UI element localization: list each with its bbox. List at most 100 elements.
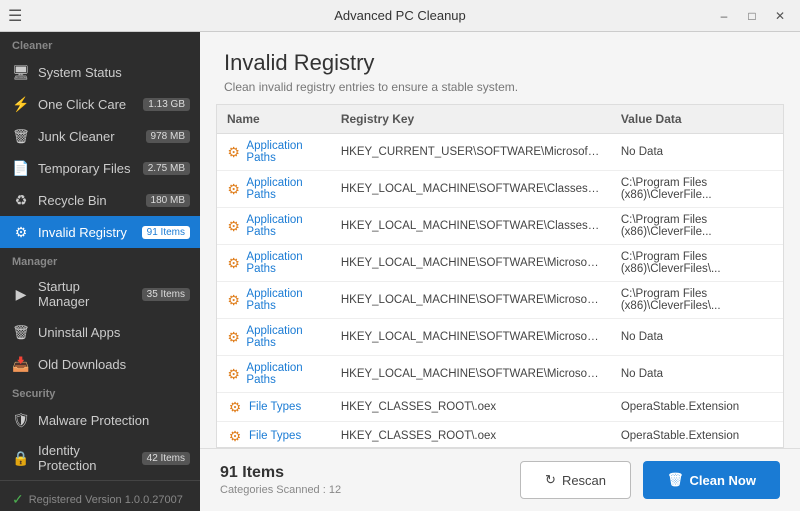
table-row: ⚙ File Types HKEY_CLASSES_ROOT\.oex Oper… [217, 422, 783, 449]
sidebar-label-malware-protection: Malware Protection [38, 413, 190, 428]
clean-now-button[interactable]: 🗑 Clean Now [643, 461, 780, 499]
cleaner-section-label: Cleaner [0, 32, 200, 56]
shield-icon: 🛡 [12, 411, 30, 429]
table-row: ⚙ Application Paths HKEY_LOCAL_MACHINE\S… [217, 245, 783, 282]
row-value-data: No Data [611, 356, 783, 393]
sidebar-label-one-click-care: One Click Care [38, 97, 135, 112]
table-row: ⚙ Application Paths HKEY_LOCAL_MACHINE\S… [217, 208, 783, 245]
sidebar-item-malware-protection[interactable]: 🛡 Malware Protection [0, 404, 200, 436]
registry-row-icon: ⚙ [227, 366, 240, 382]
row-name: File Types [249, 401, 301, 413]
registry-row-icon: ⚙ [227, 428, 243, 444]
row-name: Application Paths [246, 288, 320, 312]
sidebar-item-one-click-care[interactable]: ⚡ One Click Care 1.13 GB [0, 88, 200, 120]
sidebar-item-identity-protection[interactable]: 🔒 Identity Protection 42 Items [0, 436, 200, 480]
recycle-icon: ♻ [12, 191, 30, 209]
row-name: Application Paths [246, 325, 320, 349]
lightning-icon: ⚡ [12, 95, 30, 113]
row-name: Application Paths [246, 140, 320, 164]
junk-cleaner-badge: 978 MB [146, 130, 190, 143]
monitor-icon: 🖥 [12, 63, 30, 81]
row-value-data: C:\Program Files (x86)\CleverFiles\... [611, 282, 783, 319]
row-value-data: No Data [611, 134, 783, 171]
sidebar: Cleaner 🖥 System Status ⚡ One Click Care… [0, 32, 200, 511]
table-body: ⚙ Application Paths HKEY_CURRENT_USER\SO… [217, 134, 783, 449]
sidebar-label-old-downloads: Old Downloads [38, 357, 190, 372]
row-registry-key: HKEY_LOCAL_MACHINE\SOFTWARE\Classes\Appl… [331, 208, 611, 245]
registered-info: ✓ Registered Version 1.0.0.27007 [12, 491, 188, 508]
row-name-cell: ⚙ Application Paths [217, 134, 331, 171]
rescan-button[interactable]: ↻ Rescan [520, 461, 631, 499]
footer-info: 91 Items Categories Scanned : 12 [220, 464, 341, 496]
page-title: Invalid Registry [224, 50, 776, 76]
registry-row-icon: ⚙ [227, 292, 240, 308]
sidebar-item-startup-manager[interactable]: ▶ Startup Manager 35 Items [0, 272, 200, 316]
sidebar-label-recycle-bin: Recycle Bin [38, 193, 138, 208]
app-body: Cleaner 🖥 System Status ⚡ One Click Care… [0, 32, 800, 511]
row-value-data: C:\Program Files (x86)\CleverFile... [611, 208, 783, 245]
row-value-data: OperaStable.Extension [611, 422, 783, 449]
table-row: ⚙ File Types HKEY_CLASSES_ROOT\.oex Oper… [217, 393, 783, 422]
registry-row-icon: ⚙ [227, 399, 243, 415]
row-name-cell: ⚙ Application Paths [217, 282, 331, 319]
startup-manager-badge: 35 Items [142, 288, 190, 301]
row-name-cell: ⚙ Application Paths [217, 319, 331, 356]
page-subtitle: Clean invalid registry entries to ensure… [224, 80, 776, 94]
hamburger-icon[interactable]: ☰ [8, 6, 22, 26]
content-header: Invalid Registry Clean invalid registry … [200, 32, 800, 104]
sidebar-label-uninstall-apps: Uninstall Apps [38, 325, 190, 340]
close-button[interactable]: ✕ [768, 6, 792, 26]
col-name: Name [217, 105, 331, 134]
registry-row-icon: ⚙ [227, 144, 240, 160]
row-name-cell: ⚙ File Types [217, 422, 331, 449]
registry-row-icon: ⚙ [227, 181, 240, 197]
recycle-bin-badge: 180 MB [146, 194, 190, 207]
table-row: ⚙ Application Paths HKEY_LOCAL_MACHINE\S… [217, 319, 783, 356]
trash-icon: 🗑 [12, 127, 30, 145]
sidebar-item-junk-cleaner[interactable]: 🗑 Junk Cleaner 978 MB [0, 120, 200, 152]
row-name-cell: ⚙ Application Paths [217, 171, 331, 208]
content-footer: 91 Items Categories Scanned : 12 ↻ Resca… [200, 448, 800, 511]
registry-row-icon: ⚙ [227, 329, 240, 345]
rescan-label: Rescan [562, 473, 606, 488]
checkmark-icon: ✓ [12, 491, 24, 508]
rescan-icon: ↻ [545, 472, 556, 488]
sidebar-label-startup-manager: Startup Manager [38, 279, 134, 309]
main-content: Invalid Registry Clean invalid registry … [200, 32, 800, 511]
registry-table-wrapper: Name Registry Key Value Data ⚙ Applicati… [216, 104, 784, 448]
row-registry-key: HKEY_LOCAL_MACHINE\SOFTWARE\Classes\Appl… [331, 171, 611, 208]
temporary-files-badge: 2.75 MB [143, 162, 190, 175]
registry-table: Name Registry Key Value Data ⚙ Applicati… [217, 105, 783, 448]
row-value-data: C:\Program Files (x86)\CleverFile... [611, 171, 783, 208]
manager-section-label: Manager [0, 248, 200, 272]
row-registry-key: HKEY_CURRENT_USER\SOFTWARE\Microsoft\Win… [331, 134, 611, 171]
app-title: Advanced PC Cleanup [334, 8, 466, 23]
file-icon: 📄 [12, 159, 30, 177]
identity-protection-badge: 42 Items [142, 452, 190, 465]
row-name: Application Paths [246, 214, 320, 238]
row-registry-key: HKEY_LOCAL_MACHINE\SOFTWARE\Microsoft\Wi… [331, 282, 611, 319]
invalid-registry-badge: 91 Items [142, 226, 190, 239]
sidebar-item-recycle-bin[interactable]: ♻ Recycle Bin 180 MB [0, 184, 200, 216]
sidebar-item-temporary-files[interactable]: 📄 Temporary Files 2.75 MB [0, 152, 200, 184]
title-bar: ☰ Advanced PC Cleanup – □ ✕ [0, 0, 800, 32]
download-icon: 📥 [12, 355, 30, 373]
table-row: ⚙ Application Paths HKEY_LOCAL_MACHINE\S… [217, 356, 783, 393]
sidebar-item-old-downloads[interactable]: 📥 Old Downloads [0, 348, 200, 380]
row-name: File Types [249, 430, 301, 442]
footer-actions: ↻ Rescan 🗑 Clean Now [520, 461, 780, 499]
sidebar-item-system-status[interactable]: 🖥 System Status [0, 56, 200, 88]
registry-row-icon: ⚙ [227, 218, 240, 234]
minimize-button[interactable]: – [712, 6, 736, 26]
row-value-data: No Data [611, 319, 783, 356]
maximize-button[interactable]: □ [740, 6, 764, 26]
row-registry-key: HKEY_LOCAL_MACHINE\SOFTWARE\Microsoft\Wi… [331, 319, 611, 356]
sidebar-item-invalid-registry[interactable]: ⚙ Invalid Registry 91 Items [0, 216, 200, 248]
row-registry-key: HKEY_LOCAL_MACHINE\SOFTWARE\Microsoft\Wi… [331, 245, 611, 282]
row-name: Application Paths [246, 251, 320, 275]
table-row: ⚙ Application Paths HKEY_LOCAL_MACHINE\S… [217, 171, 783, 208]
title-bar-left: ☰ [8, 6, 22, 26]
sidebar-item-uninstall-apps[interactable]: 🗑 Uninstall Apps [0, 316, 200, 348]
lock-icon: 🔒 [12, 449, 30, 467]
col-registry-key: Registry Key [331, 105, 611, 134]
